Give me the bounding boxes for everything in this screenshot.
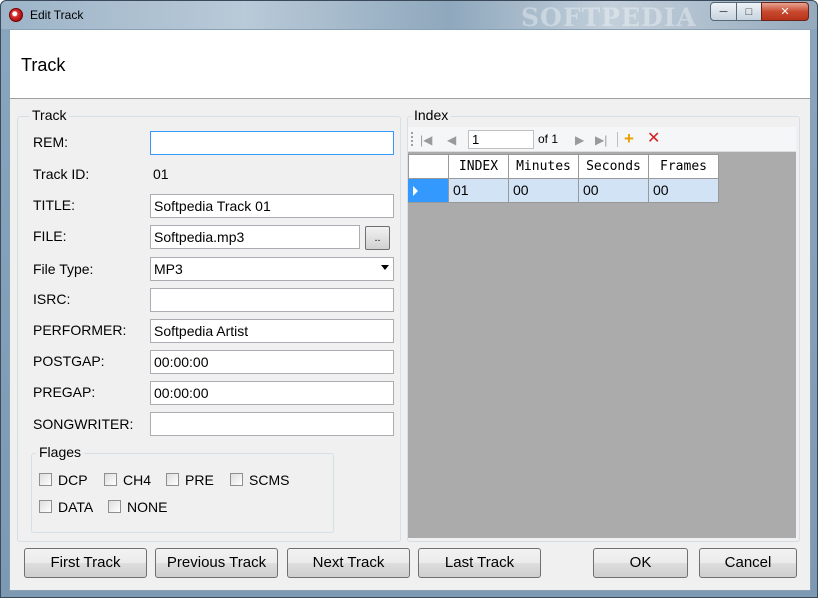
- close-button[interactable]: ✕: [761, 2, 809, 21]
- dcp-label: DCP: [58, 472, 88, 488]
- performer-input[interactable]: Softpedia Artist: [150, 319, 394, 343]
- window-title: Edit Track: [30, 8, 84, 22]
- header-band: Track: [10, 30, 810, 99]
- postgap-label: POSTGAP:: [33, 353, 105, 369]
- performer-label: PERFORMER:: [33, 322, 127, 338]
- minimize-button[interactable]: ─: [710, 2, 737, 21]
- table-cell[interactable]: 00: [579, 179, 649, 203]
- title-input[interactable]: Softpedia Track 01: [150, 194, 394, 218]
- dcp-checkbox[interactable]: [39, 473, 52, 486]
- position-input[interactable]: 1: [468, 130, 534, 149]
- softpedia-watermark: SOFTPEDIA: [521, 3, 697, 32]
- row-selector[interactable]: [408, 179, 449, 203]
- column-header-frames[interactable]: Frames: [649, 154, 719, 179]
- binding-navigator: |◀ ◀ 1 of 1 ▶ ▶| + ✕: [408, 127, 796, 152]
- app-icon: [9, 8, 23, 22]
- table-cell[interactable]: 00: [649, 179, 719, 203]
- browse-file-button[interactable]: ..: [365, 226, 390, 250]
- record-count: of 1: [538, 132, 559, 146]
- first-record-icon[interactable]: |◀: [420, 133, 432, 147]
- index-group-legend: Index: [411, 107, 452, 123]
- grip-icon: [411, 132, 413, 146]
- chevron-down-icon: [381, 265, 389, 270]
- next-record-icon[interactable]: ▶: [575, 133, 584, 147]
- isrc-label: ISRC:: [33, 291, 71, 307]
- column-header-minutes[interactable]: Minutes: [509, 154, 579, 179]
- page-title: Track: [21, 55, 66, 75]
- dialog-body: Track Track REM: Track ID: 01 TITLE: Sof…: [9, 29, 811, 591]
- none-checkbox[interactable]: [108, 500, 121, 513]
- separator: [617, 132, 618, 147]
- ch4-label: CH4: [123, 472, 152, 488]
- track-group-legend: Track: [29, 107, 70, 123]
- edit-track-window: Edit Track SOFTPEDIA ─ □ ✕ Track Track R…: [0, 0, 818, 598]
- column-header-seconds[interactable]: Seconds: [579, 154, 649, 179]
- songwriter-label: SONGWRITER:: [33, 416, 134, 432]
- minimize-icon: ─: [719, 5, 728, 18]
- pre-label: PRE: [185, 472, 214, 488]
- flags-group: [31, 453, 334, 533]
- flags-group-legend: Flages: [36, 444, 85, 460]
- last-record-icon[interactable]: ▶|: [595, 133, 607, 147]
- rem-input[interactable]: [150, 131, 394, 155]
- previous-record-icon[interactable]: ◀: [447, 133, 456, 147]
- title-bar[interactable]: Edit Track SOFTPEDIA ─ □ ✕: [1, 1, 817, 32]
- ok-button[interactable]: OK: [593, 548, 688, 578]
- delete-record-icon[interactable]: ✕: [647, 128, 660, 148]
- none-label: NONE: [127, 499, 168, 515]
- pregap-input[interactable]: 00:00:00: [150, 381, 394, 405]
- songwriter-input[interactable]: [150, 412, 394, 436]
- previous-track-button[interactable]: Previous Track: [155, 548, 278, 578]
- scms-checkbox[interactable]: [230, 473, 243, 486]
- table-cell[interactable]: 01: [449, 179, 509, 203]
- postgap-input[interactable]: 00:00:00: [150, 350, 394, 374]
- add-record-icon[interactable]: +: [624, 129, 634, 149]
- track-id-label: Track ID:: [33, 166, 90, 182]
- pre-checkbox[interactable]: [166, 473, 179, 486]
- file-input[interactable]: Softpedia.mp3: [150, 225, 360, 249]
- maximize-icon: □: [745, 5, 753, 18]
- file-type-value: MP3: [154, 261, 183, 277]
- file-type-select[interactable]: MP3: [150, 257, 394, 281]
- last-track-button[interactable]: Last Track: [418, 548, 541, 578]
- file-type-label: File Type:: [33, 261, 94, 277]
- next-track-button[interactable]: Next Track: [287, 548, 410, 578]
- rem-label: REM:: [33, 134, 68, 150]
- column-header-index[interactable]: INDEX: [449, 154, 509, 179]
- scms-label: SCMS: [249, 472, 290, 488]
- pregap-label: PREGAP:: [33, 384, 96, 400]
- current-row-icon: [413, 186, 418, 196]
- cancel-button[interactable]: Cancel: [699, 548, 797, 578]
- ch4-checkbox[interactable]: [104, 473, 117, 486]
- maximize-button[interactable]: □: [736, 2, 762, 21]
- first-track-button[interactable]: First Track: [24, 548, 147, 578]
- close-icon: ✕: [780, 6, 790, 18]
- data-checkbox[interactable]: [39, 500, 52, 513]
- table-cell[interactable]: 00: [509, 179, 579, 203]
- file-label: FILE:: [33, 228, 67, 244]
- row-header-corner: [408, 154, 449, 179]
- title-label: TITLE:: [33, 197, 76, 213]
- data-label: DATA: [58, 499, 94, 515]
- track-id-value: 01: [150, 163, 394, 187]
- isrc-input[interactable]: [150, 288, 394, 312]
